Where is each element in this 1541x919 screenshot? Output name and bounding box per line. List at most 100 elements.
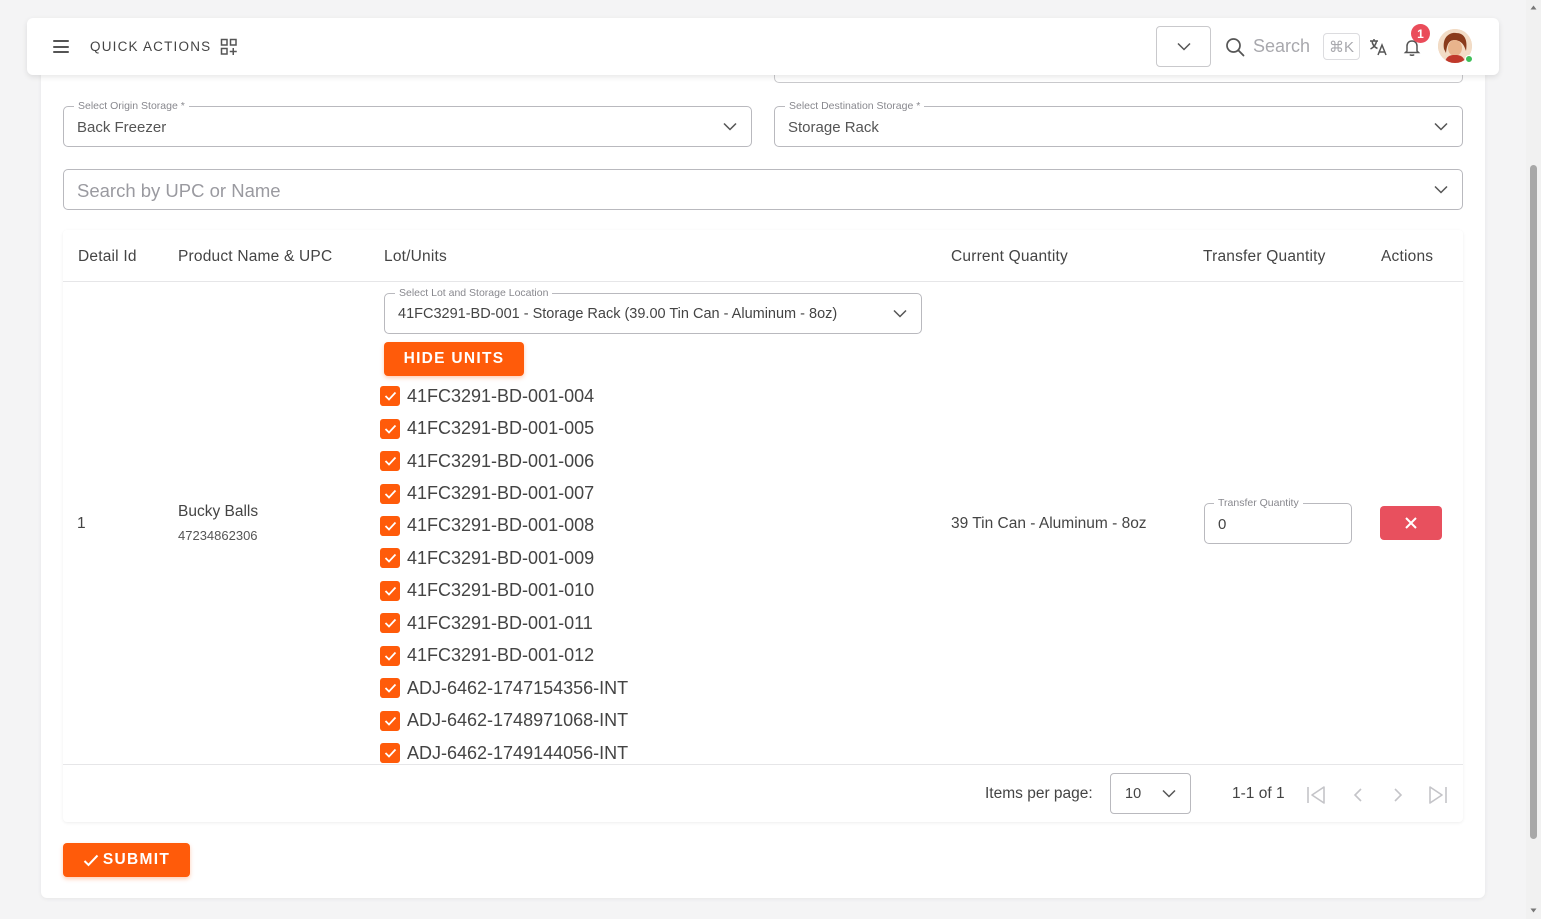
- top-bar: QUICK ACTIONS Search ⌘K 1: [27, 18, 1499, 75]
- destination-storage-label: Select Destination Storage *: [785, 100, 925, 112]
- menu-icon[interactable]: [53, 40, 69, 53]
- product-search-select[interactable]: Search by UPC or Name: [63, 169, 1463, 210]
- unit-row: ADJ-6462-1747154356-INT: [380, 672, 628, 704]
- chevron-down-icon: [893, 309, 907, 318]
- unit-row: 41FC3291-BD-001-012: [380, 640, 628, 672]
- check-icon: [384, 456, 396, 466]
- hide-units-button[interactable]: HIDE UNITS: [384, 342, 524, 376]
- scroll-down-icon[interactable]: [1530, 907, 1537, 914]
- check-icon: [384, 716, 396, 726]
- unit-checkbox[interactable]: [380, 743, 400, 764]
- header-product: Product Name & UPC: [178, 248, 333, 265]
- destination-storage-select[interactable]: Select Destination Storage * Storage Rac…: [774, 100, 1463, 147]
- unit-label[interactable]: 41FC3291-BD-001-012: [407, 645, 594, 666]
- transfer-quantity-input[interactable]: Transfer Quantity 0: [1204, 497, 1352, 544]
- notification-badge: 1: [1411, 24, 1430, 43]
- unit-checkbox[interactable]: [380, 645, 400, 666]
- unit-checkbox[interactable]: [380, 386, 400, 407]
- unit-label[interactable]: 41FC3291-BD-001-005: [407, 418, 594, 439]
- header-divider: [63, 281, 1463, 282]
- chevron-down-icon: [723, 122, 737, 131]
- check-icon: [384, 392, 396, 402]
- unit-row: 41FC3291-BD-001-006: [380, 445, 628, 477]
- check-icon: [384, 554, 396, 564]
- items-per-page-select[interactable]: 10: [1110, 773, 1191, 814]
- row-current-quantity: 39 Tin Can - Aluminum - 8oz: [951, 515, 1147, 532]
- unit-label[interactable]: 41FC3291-BD-001-004: [407, 386, 594, 407]
- chevron-down-icon: [1177, 42, 1191, 51]
- transfer-quantity-label: Transfer Quantity: [1214, 497, 1303, 509]
- unit-checkbox[interactable]: [380, 678, 400, 699]
- unit-row: 41FC3291-BD-001-004: [380, 380, 628, 412]
- header-detail-id: Detail Id: [78, 248, 137, 265]
- online-status-dot: [1465, 55, 1473, 63]
- unit-label[interactable]: ADJ-6462-1749144056-INT: [407, 743, 628, 764]
- check-icon: [384, 684, 396, 693]
- translate-icon[interactable]: [1368, 37, 1388, 57]
- quick-actions-label[interactable]: QUICK ACTIONS: [90, 39, 211, 54]
- chevron-down-icon: [1434, 122, 1448, 131]
- destination-storage-value: Storage Rack: [788, 119, 879, 136]
- scroll-up-icon[interactable]: [1530, 4, 1537, 11]
- unit-label[interactable]: 41FC3291-BD-001-007: [407, 483, 594, 504]
- last-page-icon: [1429, 786, 1447, 804]
- header-current-quantity: Current Quantity: [951, 248, 1068, 265]
- origin-storage-select[interactable]: Select Origin Storage * Back Freezer: [63, 100, 752, 147]
- unit-checkbox[interactable]: [380, 451, 400, 472]
- unit-row: 41FC3291-BD-001-005: [380, 412, 628, 444]
- check-icon: [384, 651, 396, 661]
- next-page-button[interactable]: [1387, 784, 1409, 806]
- unit-checkbox[interactable]: [380, 515, 400, 536]
- lot-select-label: Select Lot and Storage Location: [395, 287, 553, 299]
- unit-label[interactable]: 41FC3291-BD-001-009: [407, 548, 594, 569]
- search-shortcut: ⌘K: [1323, 33, 1360, 60]
- check-icon: [384, 619, 396, 629]
- last-page-button[interactable]: [1427, 784, 1449, 806]
- search-icon[interactable]: [1225, 37, 1245, 57]
- row-product-name: Bucky Balls: [178, 503, 259, 520]
- unit-label[interactable]: 41FC3291-BD-001-008: [407, 515, 594, 536]
- chevron-down-icon: [1162, 789, 1176, 798]
- unit-label[interactable]: ADJ-6462-1748971068-INT: [407, 710, 628, 731]
- items-per-page-value: 10: [1125, 786, 1142, 802]
- header-select[interactable]: [1156, 26, 1211, 67]
- unit-row: 41FC3291-BD-001-010: [380, 575, 628, 607]
- unit-checkbox[interactable]: [380, 710, 400, 731]
- unit-row: 41FC3291-BD-001-008: [380, 510, 628, 542]
- first-page-button[interactable]: [1305, 784, 1327, 806]
- check-icon: [384, 489, 396, 499]
- lot-select-value: 41FC3291-BD-001 - Storage Rack (39.00 Ti…: [398, 306, 838, 322]
- items-per-page-label: Items per page:: [985, 785, 1093, 802]
- previous-page-button[interactable]: [1347, 784, 1369, 806]
- check-icon: [384, 586, 396, 596]
- unit-checkbox[interactable]: [380, 548, 400, 569]
- footer-divider: [63, 764, 1463, 765]
- remove-row-button[interactable]: [1380, 506, 1442, 540]
- unit-checkbox[interactable]: [380, 613, 400, 634]
- unit-label[interactable]: 41FC3291-BD-001-006: [407, 451, 594, 472]
- unit-label[interactable]: 41FC3291-BD-001-011: [407, 613, 593, 634]
- first-page-icon: [1307, 786, 1325, 804]
- lot-storage-select[interactable]: Select Lot and Storage Location 41FC3291…: [384, 287, 922, 334]
- close-icon: [1405, 517, 1417, 529]
- quick-actions-grid-icon[interactable]: [220, 38, 238, 56]
- submit-label: SUBMIT: [102, 851, 171, 868]
- submit-button[interactable]: SUBMIT: [63, 843, 190, 877]
- chevron-right-icon: [1394, 788, 1403, 802]
- unit-label[interactable]: 41FC3291-BD-001-010: [407, 580, 594, 601]
- transfer-quantity-value: 0: [1218, 516, 1227, 533]
- search-placeholder[interactable]: Search: [1253, 36, 1310, 57]
- check-icon: [384, 521, 396, 531]
- unit-checkbox[interactable]: [380, 580, 400, 601]
- check-icon: [83, 854, 99, 866]
- unit-checkbox[interactable]: [380, 418, 400, 439]
- unit-checkbox[interactable]: [380, 483, 400, 504]
- origin-storage-label: Select Origin Storage *: [74, 100, 189, 112]
- scrollbar-thumb[interactable]: [1530, 165, 1537, 839]
- check-icon: [384, 424, 396, 434]
- chevron-down-icon: [1434, 185, 1448, 194]
- unit-label[interactable]: ADJ-6462-1747154356-INT: [407, 678, 628, 699]
- unit-row: 41FC3291-BD-001-011: [380, 607, 628, 639]
- origin-storage-value: Back Freezer: [77, 119, 167, 136]
- unit-row: 41FC3291-BD-001-007: [380, 477, 628, 509]
